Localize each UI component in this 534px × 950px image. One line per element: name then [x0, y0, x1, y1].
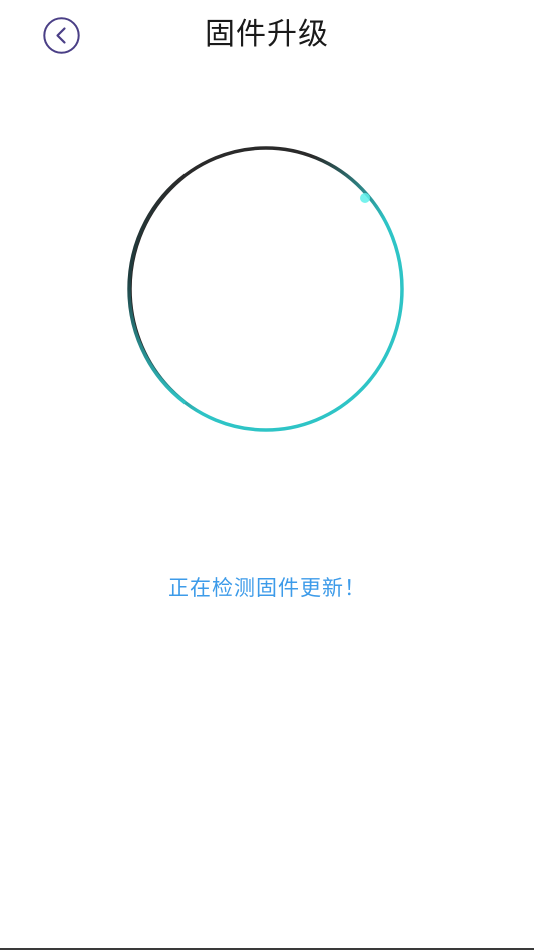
ring-left-arc [127, 173, 187, 405]
ring-track [128, 146, 404, 432]
page-title: 固件升级 [205, 17, 329, 52]
status-text: 正在检测固件更新！ [168, 576, 366, 600]
progress-ring [127, 146, 404, 432]
firmware-upgrade-screen: 固件升级 正在检测固件更新！ [0, 0, 534, 950]
ring-spinner-head [360, 193, 370, 203]
header: 固件升级 [0, 0, 534, 72]
